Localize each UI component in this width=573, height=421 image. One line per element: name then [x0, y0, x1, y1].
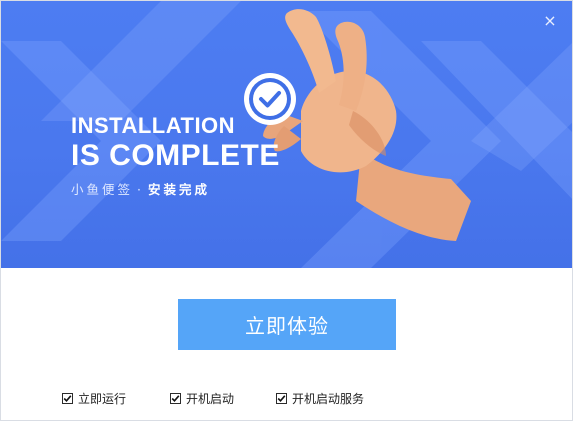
option-run-now[interactable]: 立即运行: [62, 390, 126, 407]
run-now-checkbox[interactable]: [62, 393, 73, 404]
subtitle-app-name: 小鱼便签: [71, 182, 134, 197]
subtitle: 小鱼便签 · 安装完成: [71, 179, 210, 198]
check-circle-icon: [244, 73, 296, 125]
close-icon[interactable]: ×: [543, 11, 556, 30]
title-line-2: IS COMPLETE: [71, 139, 280, 172]
start-on-boot-checkbox[interactable]: [170, 393, 181, 404]
check-icon: [171, 395, 180, 402]
title-line-1: INSTALLATION: [71, 113, 236, 138]
option-boot-service[interactable]: 开机启动服务: [276, 390, 364, 407]
run-now-label: 立即运行: [78, 392, 127, 406]
check-icon: [277, 395, 286, 402]
try-now-button[interactable]: 立即体验: [178, 299, 396, 350]
boot-service-checkbox[interactable]: [276, 393, 287, 404]
subtitle-status: 安装完成: [148, 182, 211, 197]
subtitle-separator: ·: [137, 182, 144, 197]
check-icon: [63, 395, 72, 402]
installer-window: × INSTALLATION IS COMPLETE 小鱼便签 · 安装完成 立即体…: [0, 0, 573, 421]
close-button[interactable]: ×: [540, 11, 560, 31]
banner: × INSTALLATION IS COMPLETE 小鱼便签 · 安装完成: [1, 1, 572, 268]
start-on-boot-label: 开机启动: [186, 392, 235, 406]
option-start-on-boot[interactable]: 开机启动: [170, 390, 234, 407]
boot-service-label: 开机启动服务: [292, 392, 365, 406]
